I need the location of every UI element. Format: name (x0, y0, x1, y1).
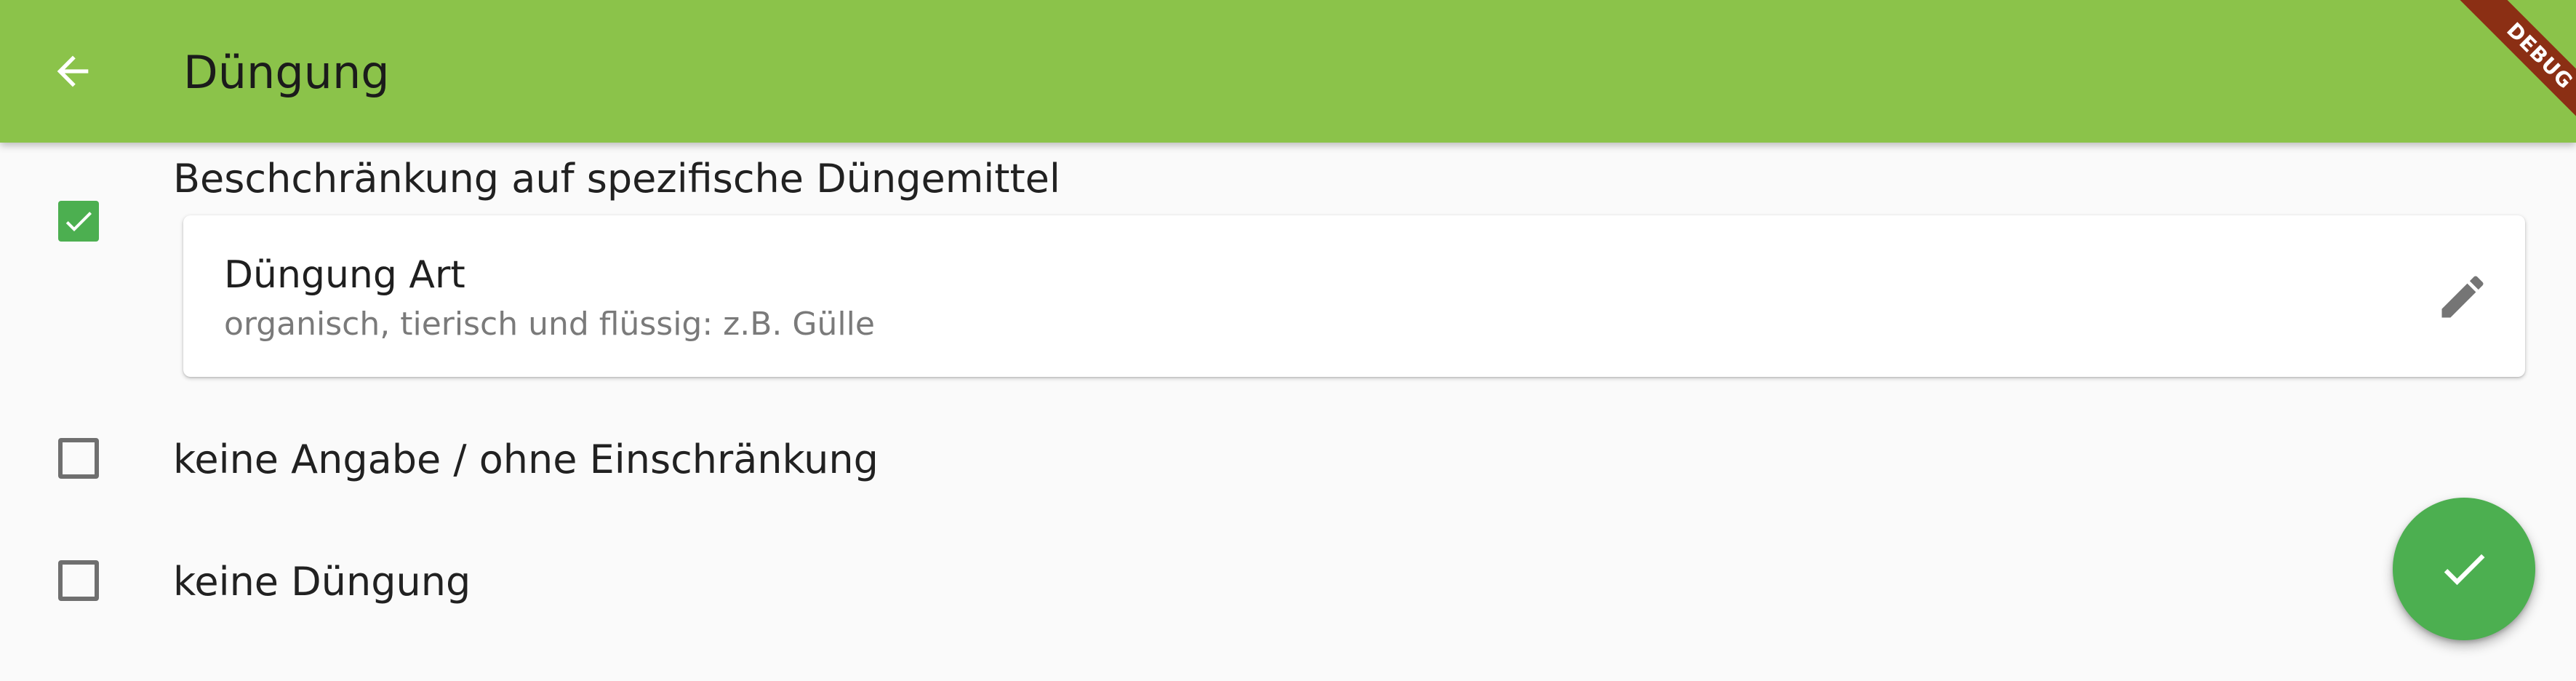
option-label-specific-fertilizer[interactable]: Beschchränkung auf spezifische Düngemitt… (173, 154, 1060, 204)
card-subtitle: organisch, tierisch und flüssig: z.B. Gü… (224, 306, 875, 343)
back-button[interactable] (38, 36, 108, 106)
option-label-no-restriction[interactable]: keine Angabe / ohne Einschränkung (173, 435, 879, 485)
check-icon (2444, 554, 2485, 586)
arrow-back-icon (57, 55, 89, 87)
pencil-icon (2441, 276, 2484, 318)
option-label-no-fertilization[interactable]: keine Düngung (173, 557, 471, 607)
debug-banner-label: DEBUG (2450, 0, 2576, 146)
app-bar: Düngung (0, 0, 2576, 143)
check-icon (65, 212, 92, 231)
edit-button[interactable] (2432, 266, 2493, 327)
fertilizer-type-card[interactable]: Düngung Art organisch, tierisch und flüs… (183, 215, 2525, 377)
debug-banner: DEBUG (2423, 0, 2576, 153)
fertilization-options: Beschchränkung auf spezifische Düngemitt… (0, 143, 2576, 681)
checkbox-no-fertilization[interactable] (58, 560, 99, 601)
card-title: Düngung Art (224, 253, 465, 297)
checkbox-no-restriction[interactable] (58, 438, 99, 479)
checkbox-specific-fertilizer[interactable] (58, 201, 99, 242)
page-title: Düngung (183, 46, 390, 99)
confirm-fab-button[interactable] (2393, 498, 2535, 640)
